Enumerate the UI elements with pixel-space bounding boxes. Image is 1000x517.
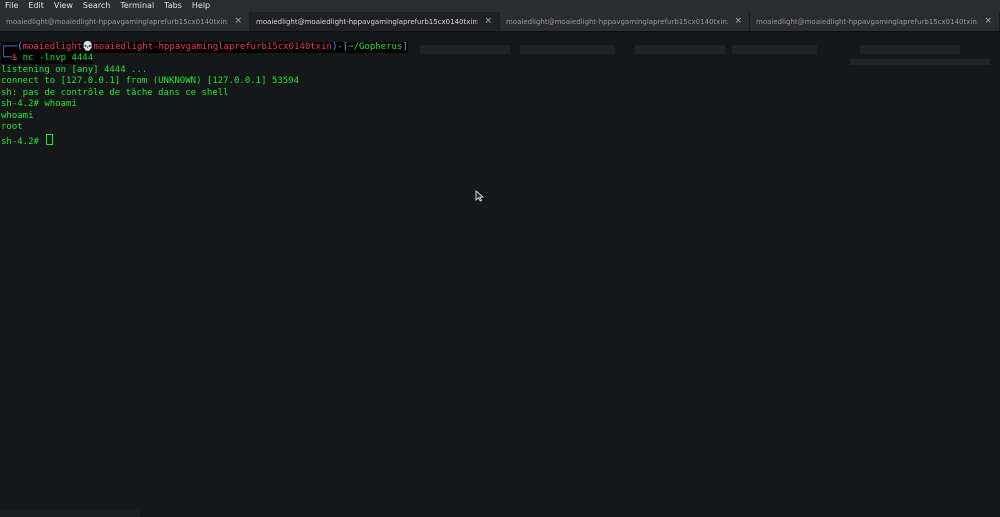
tab-close-icon[interactable]: ×: [984, 16, 992, 26]
menu-terminal[interactable]: Terminal: [120, 0, 154, 12]
mouse-pointer-icon: [475, 190, 484, 202]
prompt-path: ~/Gopherus: [348, 42, 403, 52]
output-line: connect to [127.0.0.1] from (UNKNOWN) [1…: [1, 76, 300, 86]
menu-bar: File Edit View Search Terminal Tabs Help: [0, 0, 1000, 12]
tab-title: moaiedlight@moaiedlight-hppavgaminglapre…: [6, 17, 228, 26]
menu-tabs[interactable]: Tabs: [164, 0, 182, 12]
menu-file[interactable]: File: [5, 0, 18, 12]
tab-title: moaiedlight@moaiedlight-hppavgaminglapre…: [756, 17, 978, 26]
terminal-tab-2[interactable]: moaiedlight@moaiedlight-hppavgaminglapre…: [250, 12, 500, 31]
shell-prompt: sh-4.2#: [1, 137, 45, 147]
prompt-line-2: └─$ nc -lnvp 4444: [1, 53, 94, 64]
output-line: root: [1, 122, 23, 132]
skull-icon: 💀: [82, 42, 94, 52]
prompt-user: moaiedlight: [22, 42, 83, 52]
terminal-output[interactable]: ┌──(moaiedlight💀moaiedlight-hppavgamingl…: [0, 42, 1000, 512]
status-bar: [0, 509, 140, 517]
prompt-command: nc -lnvp 4444: [17, 53, 94, 63]
output-line: listening on [any] 4444 ...: [1, 65, 148, 75]
prompt-bracket-close: ]: [402, 42, 408, 52]
terminal-tab-4[interactable]: moaiedlight@moaiedlight-hppavgaminglapre…: [750, 12, 1000, 31]
prompt-arrow: └─: [1, 53, 12, 63]
menu-edit[interactable]: Edit: [28, 0, 44, 12]
output-line: sh-4.2# whoami: [1, 99, 77, 109]
menu-search[interactable]: Search: [83, 0, 110, 12]
output-line: sh: pas de contrôle de tâche dans ce she…: [1, 88, 229, 98]
prompt-bracket-mid: )-[: [331, 42, 349, 52]
menu-view[interactable]: View: [54, 0, 73, 12]
shell-prompt-line: sh-4.2#: [1, 134, 54, 148]
tab-bar: moaiedlight@moaiedlight-hppavgaminglapre…: [0, 12, 1000, 32]
tab-close-icon[interactable]: ×: [734, 16, 742, 26]
terminal-tab-1[interactable]: moaiedlight@moaiedlight-hppavgaminglapre…: [0, 12, 250, 31]
menu-help[interactable]: Help: [192, 0, 210, 12]
terminal-tab-3[interactable]: moaiedlight@moaiedlight-hppavgaminglapre…: [500, 12, 750, 31]
text-cursor: [46, 134, 54, 145]
prompt-line-1: ┌──(moaiedlight💀moaiedlight-hppavgamingl…: [1, 42, 408, 53]
prompt-host: moaiedlight-hppavgaminglaprefurb15cx0140…: [93, 42, 332, 52]
tab-close-icon[interactable]: ×: [484, 16, 492, 26]
tab-title: moaiedlight@moaiedlight-hppavgaminglapre…: [256, 17, 478, 26]
tab-title: moaiedlight@moaiedlight-hppavgaminglapre…: [506, 17, 728, 26]
tab-close-icon[interactable]: ×: [234, 16, 242, 26]
prompt-bracket-open: ┌──(: [1, 42, 23, 52]
output-line: whoami: [1, 111, 34, 121]
